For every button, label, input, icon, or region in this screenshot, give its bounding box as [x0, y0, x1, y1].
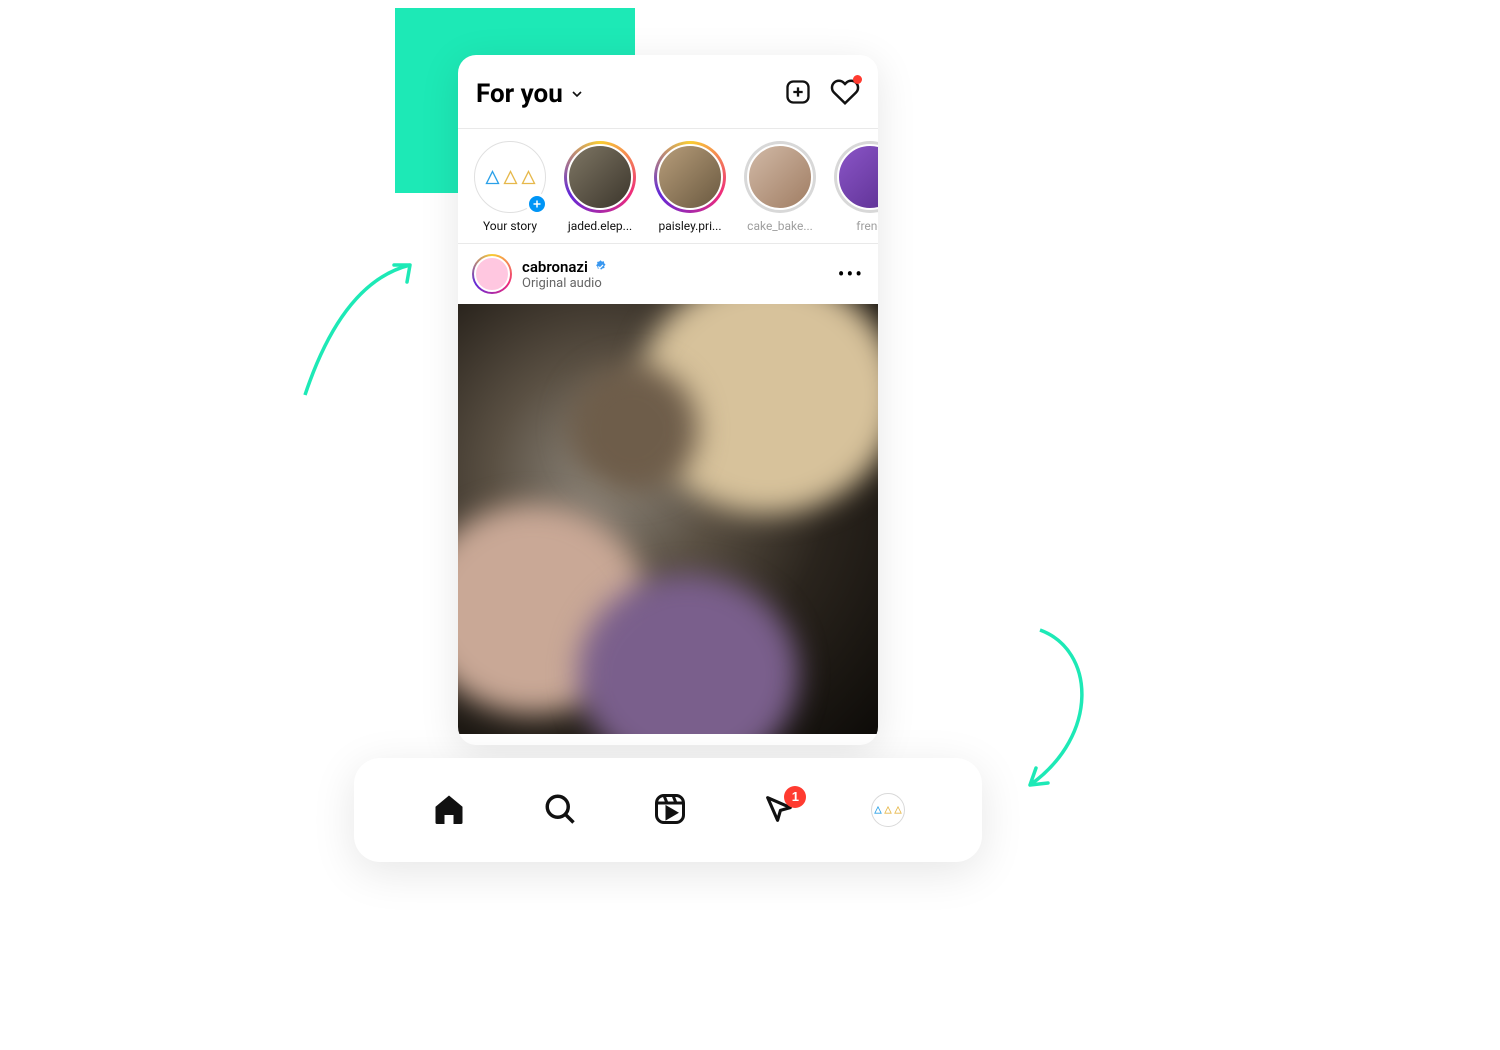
notifications-badge: 1 [784, 786, 806, 808]
nav-messages[interactable]: 1 [762, 792, 796, 829]
story-item[interactable]: jaded.elep... [562, 141, 638, 233]
story-label: Your story [472, 219, 548, 233]
arrow-annotation-left [290, 250, 430, 400]
post-author-avatar[interactable] [472, 254, 512, 294]
post-subtitle: Original audio [522, 276, 828, 291]
profile-avatar [871, 793, 905, 827]
chevron-down-icon [569, 86, 585, 102]
activity-button[interactable] [830, 77, 860, 110]
story-avatar [837, 144, 878, 210]
post-username: cabronazi [522, 258, 588, 276]
search-icon [542, 791, 578, 827]
bottom-nav: 1 [354, 758, 982, 862]
story-item[interactable]: cake_bake... [742, 141, 818, 233]
story-label: frenc [832, 219, 878, 233]
post-author[interactable]: cabronazi Original audio [522, 258, 828, 291]
feed-title: For you [476, 79, 563, 109]
post-header: cabronazi Original audio ••• [458, 244, 878, 304]
phone-mock: For you [458, 55, 878, 745]
reels-icon [652, 791, 688, 827]
create-post-button[interactable] [784, 78, 812, 109]
story-item[interactable]: frenc [832, 141, 878, 233]
feed-header: For you [458, 55, 878, 128]
home-icon [431, 791, 467, 827]
post-more-button[interactable]: ••• [838, 262, 864, 286]
feed-selector[interactable]: For you [476, 79, 585, 109]
nav-search[interactable] [542, 791, 578, 830]
notification-dot [853, 75, 862, 84]
add-story-icon [526, 193, 548, 215]
story-item[interactable]: paisley.pri... [652, 141, 728, 233]
post-media[interactable] [458, 304, 878, 734]
story-label: jaded.elep... [562, 219, 638, 233]
story-avatar [657, 144, 723, 210]
nav-profile[interactable] [871, 793, 905, 827]
story-avatar [567, 144, 633, 210]
nav-reels[interactable] [652, 791, 688, 830]
stories-tray[interactable]: Your story jaded.elep... paisley.pri... … [458, 129, 878, 243]
plus-square-icon [784, 78, 812, 106]
arrow-annotation-right [1000, 620, 1110, 800]
story-avatar [747, 144, 813, 210]
verified-badge-icon [593, 259, 608, 274]
story-label: cake_bake... [742, 219, 818, 233]
story-label: paisley.pri... [652, 219, 728, 233]
nav-home[interactable] [431, 791, 467, 830]
your-story[interactable]: Your story [472, 141, 548, 233]
